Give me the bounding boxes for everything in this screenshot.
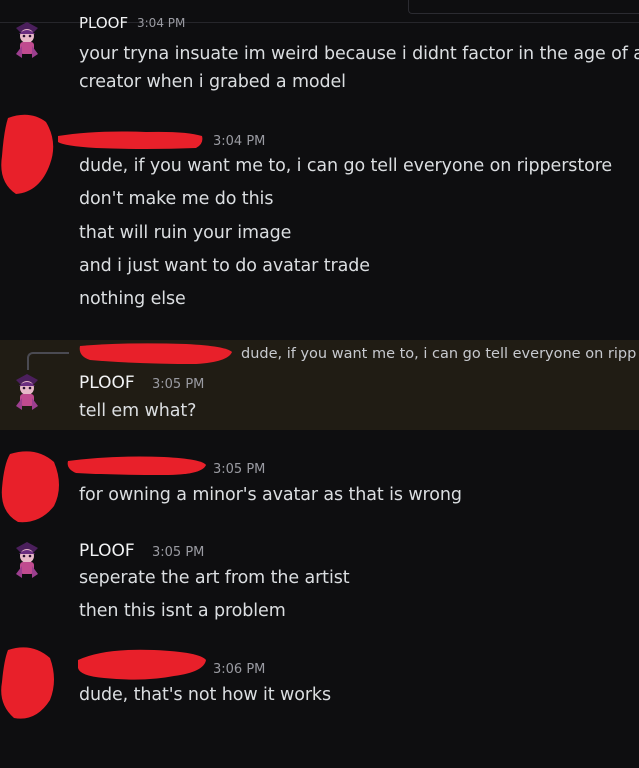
message-line: don't make me do this	[79, 189, 274, 209]
redacted-avatar	[1, 647, 54, 719]
author-name[interactable]: PLOOF	[79, 373, 135, 393]
message-line: that will ruin your image	[79, 223, 292, 243]
reply-preview[interactable]: dude, if you want me to, i can go tell e…	[241, 346, 636, 362]
redacted-username	[58, 131, 203, 149]
message-line: dude, that's not how it works	[79, 685, 331, 705]
timestamp: 3:04 PM	[213, 134, 266, 149]
timestamp: 3:04 PM	[137, 16, 186, 30]
message-line: dude, if you want me to, i can go tell e…	[79, 156, 613, 176]
timestamp: 3:06 PM	[213, 662, 266, 677]
redacted-username	[78, 649, 206, 680]
ploof-avatar-icon[interactable]	[10, 372, 44, 412]
author-name[interactable]: PLOOF	[79, 14, 128, 32]
redacted-avatar	[1, 451, 59, 523]
ploof-avatar-icon[interactable]	[10, 540, 44, 580]
timestamp: 3:05 PM	[152, 545, 205, 560]
timestamp: 3:05 PM	[152, 377, 205, 392]
message-line: for owning a minor's avatar as that is w…	[79, 485, 462, 505]
message-line: and i just want to do avatar trade	[79, 256, 370, 276]
message-line: creator when i grabed a model	[79, 72, 346, 92]
top-bar-frame	[408, 0, 639, 14]
message-line: tell em what?	[79, 401, 197, 421]
chat-window: PLOOF 3:04 PM your tryna insuate im weir…	[0, 0, 639, 768]
reply-connector	[27, 352, 69, 370]
redacted-username	[67, 456, 207, 475]
message-line: nothing else	[79, 289, 186, 309]
message-line: seperate the art from the artist	[79, 568, 350, 588]
redacted-reply-author	[79, 343, 232, 364]
redacted-avatar	[1, 114, 54, 194]
timestamp: 3:05 PM	[213, 462, 266, 477]
message-line: your tryna insuate im weird because i di…	[79, 44, 639, 64]
author-name[interactable]: PLOOF	[79, 541, 135, 561]
ploof-avatar-icon[interactable]	[10, 20, 44, 60]
message-line: then this isnt a problem	[79, 601, 286, 621]
